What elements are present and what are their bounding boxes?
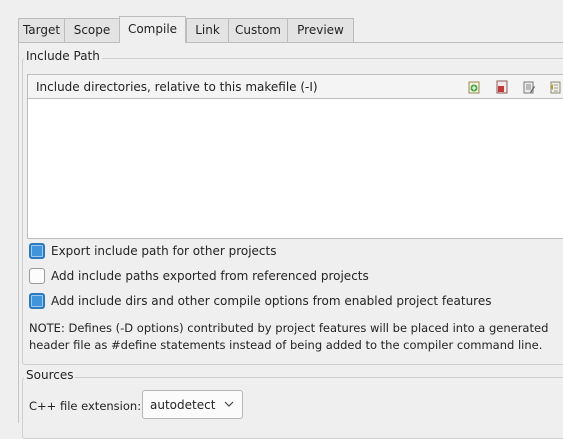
cpp-extension-label: C++ file extension: [29,399,142,413]
add-referenced-include-paths-label: Add include paths exported from referenc… [51,269,369,283]
export-include-path-label: Export include path for other projects [51,244,277,258]
tab-preview[interactable]: Preview [287,18,354,42]
include-path-title: Include Path [24,49,102,63]
move-directory-icon[interactable] [548,80,562,94]
add-referenced-include-paths-checkbox[interactable]: Add include paths exported from referenc… [29,267,369,285]
defines-note-line-1: NOTE: Defines (-D options) contributed b… [29,321,549,335]
defines-note-line-2: header file as #define statements instea… [29,338,543,352]
checkbox-unchecked-icon[interactable] [29,268,45,284]
add-directory-icon[interactable] [468,80,482,94]
tab-panel-left-border [18,42,19,423]
tab-custom[interactable]: Custom [228,18,287,42]
chevron-down-icon [224,401,234,407]
defines-note: NOTE: Defines (-D options) contributed b… [29,320,563,354]
tab-bar: Target Scope Compile Link Custom Preview [18,16,563,43]
checkbox-checked-icon[interactable] [29,293,45,309]
tab-link[interactable]: Link [186,18,228,42]
checkbox-checked-icon[interactable] [29,243,45,259]
tab-panel-border [18,42,563,43]
include-directories-header-label: Include directories, relative to this ma… [36,80,318,94]
tab-scope[interactable]: Scope [64,18,119,42]
cpp-extension-select[interactable]: autodetect [142,390,243,419]
sources-title: Sources [24,368,76,382]
export-include-path-checkbox[interactable]: Export include path for other projects [29,242,276,260]
tab-compile[interactable]: Compile [119,16,186,43]
cpp-extension-value: autodetect [150,398,216,412]
include-directories-list[interactable]: Include directories, relative to this ma… [27,74,563,239]
edit-directory-icon[interactable] [522,80,536,94]
add-feature-compile-options-checkbox[interactable]: Add include dirs and other compile optio… [29,292,491,310]
include-directories-header: Include directories, relative to this ma… [28,75,563,99]
tab-target[interactable]: Target [18,18,64,42]
add-feature-compile-options-label: Add include dirs and other compile optio… [51,294,492,308]
remove-directory-icon[interactable] [495,80,509,94]
